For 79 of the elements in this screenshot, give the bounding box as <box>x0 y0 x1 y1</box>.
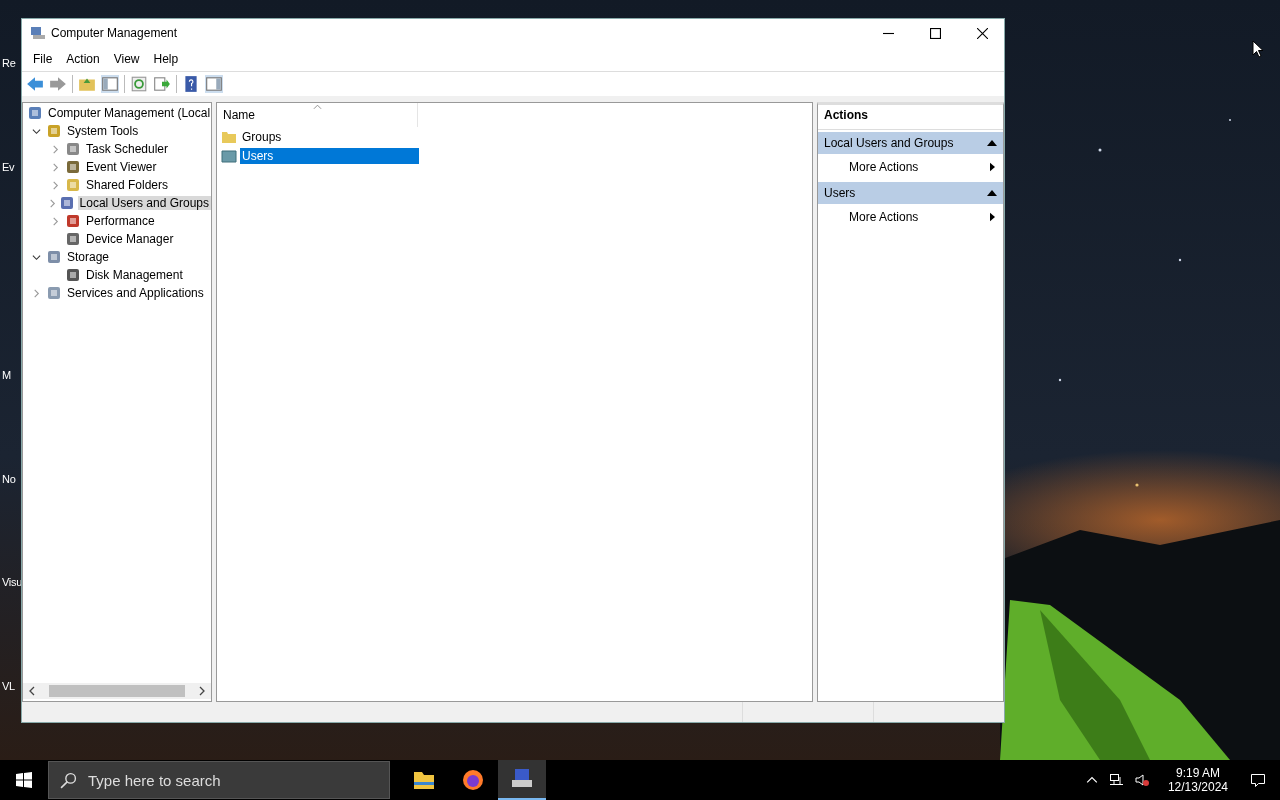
chevron-right-icon[interactable] <box>51 180 60 190</box>
notification-icon[interactable] <box>1250 772 1266 788</box>
collapse-triangle-icon[interactable] <box>987 140 997 146</box>
action-link[interactable]: More Actions <box>849 210 919 224</box>
menu-item[interactable]: Help <box>146 52 186 66</box>
submenu-arrow-icon[interactable] <box>990 212 995 222</box>
tree-item[interactable]: System Tools <box>65 124 141 138</box>
windows-start-icon[interactable] <box>16 772 32 788</box>
list-item[interactable]: Users <box>240 147 419 164</box>
tree-item[interactable]: Task Scheduler <box>84 142 171 156</box>
tree-item[interactable]: Computer Management (Local <box>46 106 211 120</box>
desktop-icon-label[interactable]: Ev <box>0 161 15 173</box>
chevron-right-icon[interactable] <box>47 198 57 208</box>
tree-node-icon <box>65 177 81 193</box>
forward-arrow-icon[interactable] <box>49 75 67 93</box>
submenu-arrow-icon[interactable] <box>990 162 995 172</box>
chevron-up-icon[interactable] <box>1085 776 1098 784</box>
browser-globe-icon <box>461 768 485 792</box>
scrollbar-thumb[interactable] <box>49 685 185 697</box>
desktop-icon-label[interactable]: VL <box>0 680 15 692</box>
tree-node-icon <box>58 195 75 211</box>
tree-node-icon <box>65 213 81 229</box>
tree-node-icon <box>65 267 81 283</box>
list-item[interactable]: Groups <box>240 128 284 145</box>
tree-item[interactable]: Shared Folders <box>84 178 171 192</box>
desktop-icon-label[interactable]: M <box>0 369 11 381</box>
chevron-right-icon[interactable] <box>51 216 60 226</box>
tree-item[interactable]: Storage <box>65 250 112 264</box>
network-icon[interactable] <box>1107 772 1124 788</box>
export-icon[interactable] <box>153 75 171 93</box>
tree-node-icon <box>46 285 62 301</box>
menu-item[interactable]: View <box>106 52 147 66</box>
clock[interactable]: 9:19 AM 12/13/2024 <box>1167 766 1228 794</box>
action-pane-icon[interactable] <box>205 75 223 93</box>
sort-caret-icon <box>313 104 322 110</box>
menu-item[interactable]: File <box>26 52 60 66</box>
actions-header: Actions <box>818 105 1003 130</box>
search-field[interactable]: Type here to search <box>48 761 390 799</box>
maximize-icon[interactable] <box>930 27 941 39</box>
close-icon[interactable] <box>977 27 988 39</box>
tree-item[interactable]: Services and Applications <box>65 286 206 300</box>
tree-node-icon <box>65 141 81 157</box>
back-arrow-icon[interactable] <box>26 75 44 93</box>
help-icon[interactable] <box>182 75 200 93</box>
mouse-cursor-icon <box>1252 40 1264 58</box>
action-section-header[interactable]: Users <box>818 182 1003 204</box>
desktop-icon-label[interactable]: No <box>0 473 16 485</box>
desktop-icon-label[interactable]: Re <box>0 57 16 69</box>
speaker-muted-icon[interactable] <box>1133 772 1150 788</box>
tree-item[interactable]: Local Users and Groups <box>77 196 211 210</box>
menu-item[interactable]: Action <box>59 52 107 66</box>
tree-item[interactable]: Performance <box>84 214 157 228</box>
chevron-right-icon[interactable] <box>51 162 60 172</box>
horizontal-scrollbar[interactable] <box>23 683 211 699</box>
tree-item[interactable]: Device Manager <box>84 232 176 246</box>
action-link[interactable]: More Actions <box>849 160 919 174</box>
chevron-down-icon[interactable] <box>32 252 41 262</box>
tree-node-icon <box>46 123 62 139</box>
action-section-header[interactable]: Local Users and Groups <box>818 132 1003 154</box>
search-icon <box>60 772 77 789</box>
chevron-right-icon[interactable] <box>32 288 41 298</box>
refresh-icon[interactable] <box>130 75 148 93</box>
scroll-right-icon[interactable] <box>197 686 207 696</box>
column-header[interactable]: Name <box>217 108 255 122</box>
chevron-right-icon[interactable] <box>51 144 60 154</box>
users-folder-icon <box>221 147 237 164</box>
chevron-down-icon[interactable] <box>32 126 41 136</box>
taskbar-app-button[interactable] <box>498 760 546 800</box>
tree-item[interactable]: Event Viewer <box>84 160 159 174</box>
computer-icon <box>30 25 46 41</box>
tree-node-icon <box>27 105 43 121</box>
collapse-triangle-icon[interactable] <box>987 190 997 196</box>
tree-node-icon <box>46 249 62 265</box>
tree-item[interactable]: Disk Management <box>84 268 185 282</box>
tree-node-icon <box>65 159 81 175</box>
console-tree-icon[interactable] <box>101 75 119 93</box>
tree-node-icon <box>65 231 81 247</box>
window-title: Computer Management <box>51 26 178 40</box>
scroll-left-icon[interactable] <box>27 686 37 696</box>
